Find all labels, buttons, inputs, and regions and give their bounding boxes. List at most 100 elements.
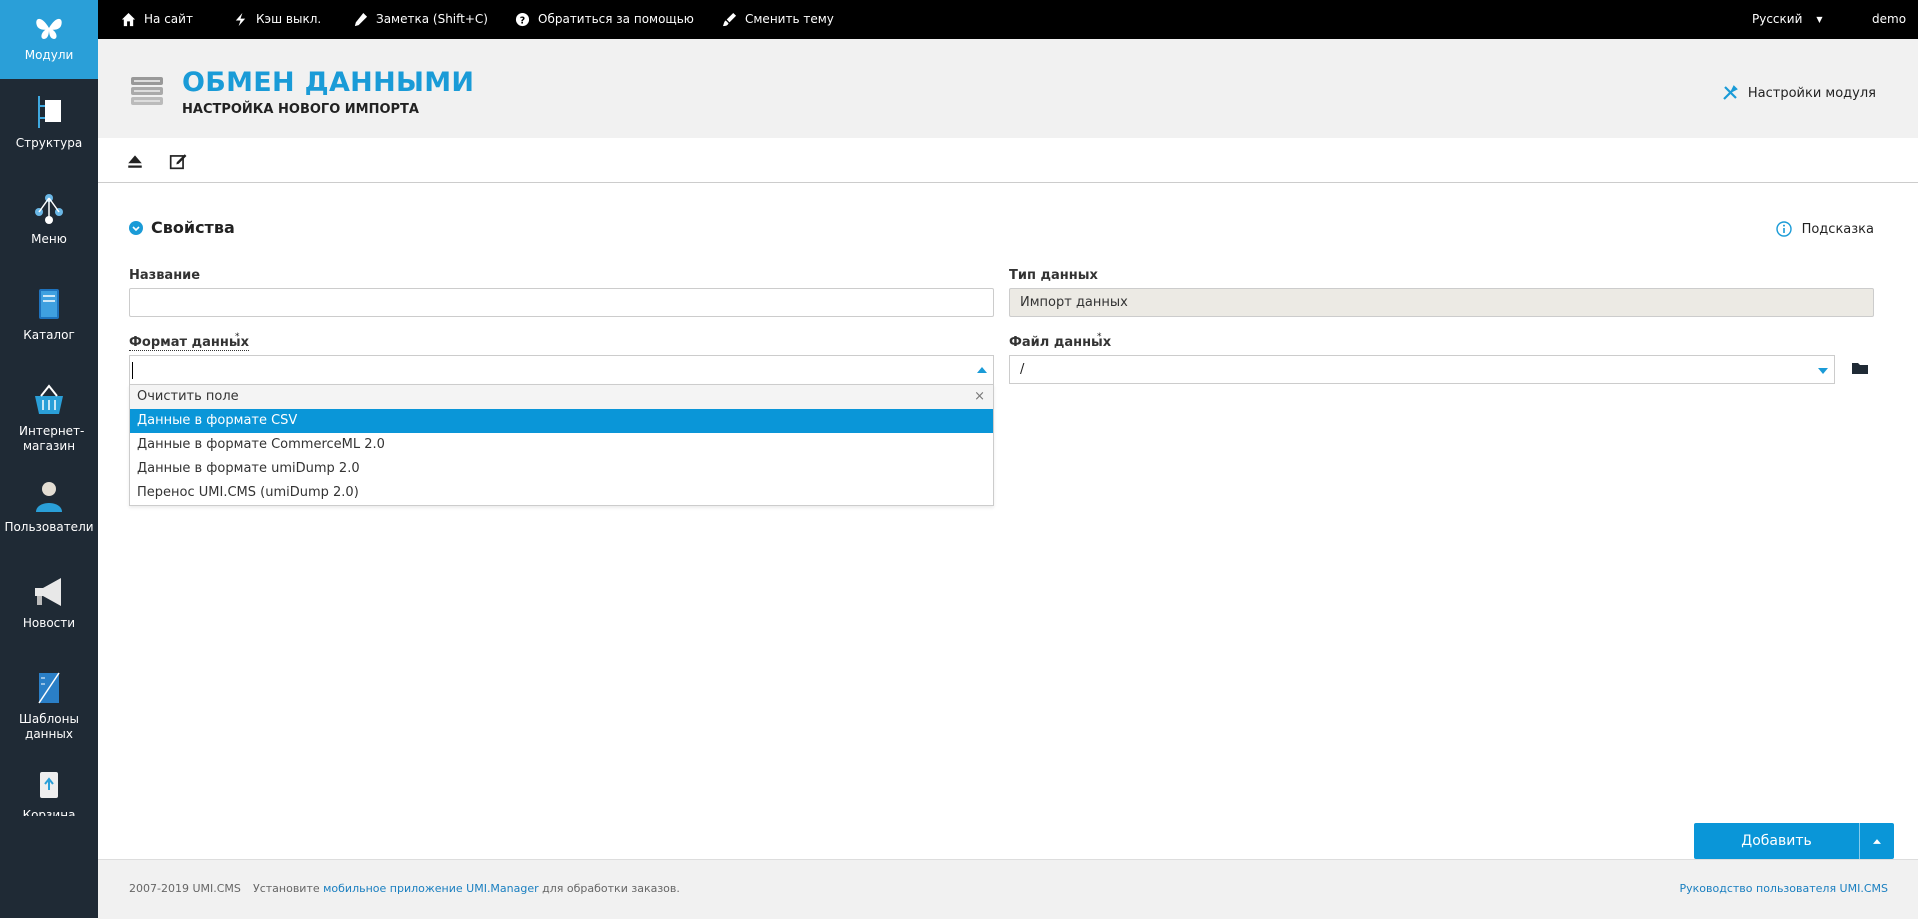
sidebar-item-news[interactable]: Новости [0,574,98,631]
format-label: Формат данных [129,335,249,351]
cache-label: Кэш выкл. [256,12,322,26]
file-value: / [1020,362,1025,377]
help-circle-icon: ? [515,12,530,26]
structure-icon [38,96,61,128]
megaphone-icon [35,578,61,606]
sidebar-item-data-templates[interactable]: Шаблоны данных [0,670,98,742]
edit-icon[interactable] [169,152,187,170]
option-umidump[interactable]: Данные в формате umiDump 2.0 [130,457,993,481]
sidebar-item-label: Новости [22,616,76,630]
option-clear-field[interactable]: Очистить поле × [130,385,993,409]
sidebar-item-label: Пользователи [4,520,94,534]
add-options-toggle[interactable] [1859,823,1894,859]
shopping-basket-icon [35,384,63,414]
sidebar-item-label: Корзина [22,808,76,816]
catalog-book-icon [39,289,59,319]
sidebar-item-trash[interactable]: Корзина [0,766,98,816]
mobile-app-link[interactable]: мобильное приложение UMI.Manager [323,882,539,895]
caret-up-icon [977,367,987,373]
option-commerceml[interactable]: Данные в формате CommerceML 2.0 [130,433,993,457]
hint-label: Подсказка [1801,221,1874,237]
type-field: Импорт данных [1009,288,1874,317]
page-header: ОБМЕН ДАННЫМИ НАСТРОЙКА НОВОГО ИМПОРТА Н… [98,39,1918,138]
user-icon [36,482,62,512]
svg-text:?: ? [520,15,525,26]
ruler-icon [38,672,60,704]
help-button[interactable]: ? Обратиться за помощью [515,0,694,39]
sidebar-item-label: Каталог [23,328,75,342]
add-button[interactable]: Добавить [1694,823,1894,859]
required-mark: * [235,332,240,342]
footer-text: для обработки заказов. [538,882,680,895]
pen-icon [354,12,368,27]
sidebar-item-modules[interactable]: Модули [0,0,98,79]
recycle-bin-icon [40,772,58,798]
sidebar-item-menu[interactable]: Меню [0,190,98,247]
language-select[interactable]: Русский ▼ [1752,0,1823,39]
required-mark: * [1097,332,1102,342]
file-label: Файл данных [1009,335,1112,350]
eject-icon[interactable] [126,152,144,170]
sidebar: Модули Структура Меню Каталог Интернет-м… [0,0,98,918]
module-settings-label: Настройки модуля [1747,85,1876,101]
module-settings-link[interactable]: Настройки модуля [1722,85,1876,101]
info-icon [1775,221,1792,237]
sidebar-item-label: Структура [15,136,83,150]
change-theme-button[interactable]: Сменить тему [722,0,834,39]
text-cursor [132,362,133,379]
to-site-link[interactable]: На сайт [121,0,193,39]
user-menu[interactable]: demo ▼ [1872,0,1918,39]
section-properties[interactable]: Свойства [129,218,235,237]
format-select[interactable] [129,355,994,384]
note-label: Заметка (Shift+C) [376,12,488,26]
sidebar-item-label: Шаблоны данных [19,712,79,741]
sidebar-item-catalog[interactable]: Каталог [0,286,98,343]
cache-toggle[interactable]: Кэш выкл. [233,0,321,39]
user-manual-link[interactable]: Руководство пользователя UMI.CMS [1680,882,1889,895]
add-button-label: Добавить [1741,833,1812,849]
page-title: ОБМЕН ДАННЫМИ [182,67,475,98]
footer: 2007-2019 UMI.CMS Установите мобильное п… [98,859,1918,919]
page-subtitle: НАСТРОЙКА НОВОГО ИМПОРТА [182,102,419,117]
user-label: demo [1872,12,1907,26]
caret-up-icon [1873,838,1881,844]
close-icon[interactable]: × [974,385,985,409]
folder-icon[interactable] [1851,360,1869,376]
to-site-label: На сайт [144,12,193,26]
sidebar-item-label: Меню [31,232,67,246]
top-bar: На сайт Кэш выкл. Заметка (Shift+C) ? Об… [98,0,1918,39]
home-icon [121,12,136,27]
sidebar-item-users[interactable]: Пользователи [0,478,98,535]
sidebar-item-label: Модули [24,48,74,62]
caret-down-icon [1818,368,1828,374]
theme-label: Сменить тему [745,12,834,26]
server-stack-icon [131,77,163,105]
option-label: Очистить поле [137,389,239,404]
name-label: Название [129,268,201,283]
footer-note: Установите мобильное приложение UMI.Mana… [253,882,680,895]
sidebar-item-shop[interactable]: Интернет-магазин [0,382,98,454]
option-umi-transfer[interactable]: Перенос UMI.CMS (umiDump 2.0) [130,481,993,505]
menu-tree-icon [35,194,63,224]
format-dropdown-list: Очистить поле × Данные в формате CSV Дан… [129,384,994,506]
butterfly-icon [36,18,62,39]
file-select[interactable]: / [1009,355,1835,384]
caret-down-icon: ▼ [1816,15,1823,24]
type-label: Тип данных [1009,268,1098,283]
toolbar [98,138,1918,183]
hint-link[interactable]: Подсказка [1775,221,1874,237]
note-button[interactable]: Заметка (Shift+C) [353,0,488,39]
name-input[interactable] [129,288,994,317]
collapse-circle-icon [129,220,143,235]
language-label: Русский [1752,12,1803,26]
lightning-icon [235,12,246,27]
sidebar-item-label: Интернет-магазин [19,424,85,453]
help-label: Обратиться за помощью [538,12,694,26]
option-csv[interactable]: Данные в формате CSV [130,409,993,433]
brush-icon [722,12,737,27]
section-title: Свойства [151,218,235,237]
tools-icon [1723,85,1738,100]
footer-text: Установите [253,882,324,895]
copyright: 2007-2019 UMI.CMS [129,882,241,895]
sidebar-item-structure[interactable]: Структура [0,94,98,151]
